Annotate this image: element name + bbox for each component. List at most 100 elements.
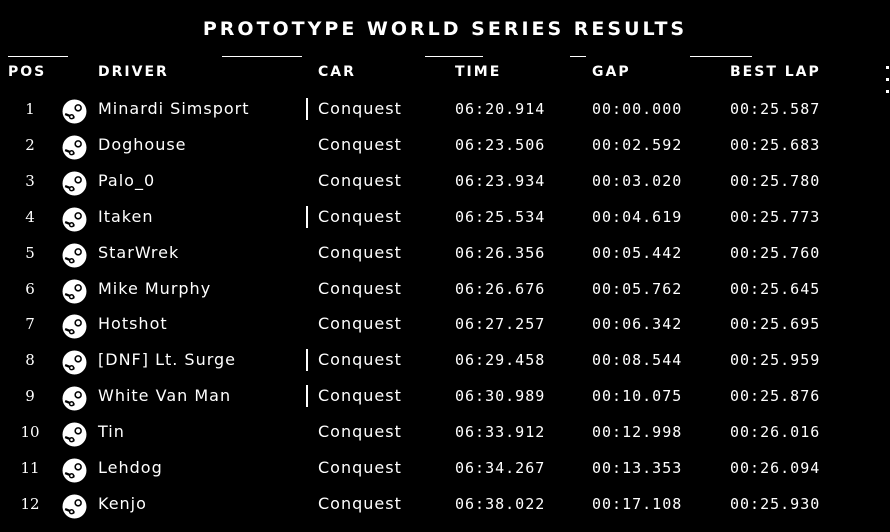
header-divider bbox=[222, 56, 302, 57]
best-lap-time: 00:25.930 bbox=[730, 494, 821, 513]
column-header-best-lap[interactable]: BEST LAP bbox=[730, 64, 821, 80]
steam-icon bbox=[62, 99, 87, 124]
steam-icon bbox=[62, 458, 87, 483]
steam-icon bbox=[62, 171, 87, 196]
gap-time: 00:17.108 bbox=[592, 494, 683, 513]
result-row[interactable]: 4 Itaken Conquest 06:25.534 00:04.619 00:25.7… bbox=[0, 199, 890, 235]
gap-time: 00:00.000 bbox=[592, 100, 683, 118]
driver-name: Lehdog bbox=[98, 458, 163, 477]
total-time: 06:33.912 bbox=[455, 423, 546, 442]
car-name: Conquest bbox=[318, 278, 402, 298]
car-name: Conquest bbox=[318, 242, 402, 262]
total-time: 06:23.934 bbox=[455, 171, 546, 190]
position-cell: 2 bbox=[25, 135, 35, 154]
position-cell: 10 bbox=[20, 423, 40, 442]
result-row[interactable]: 7 Hotshot Conquest 06:27.257 00:06.342 00:25.… bbox=[0, 306, 890, 342]
header-divider bbox=[425, 56, 483, 57]
gap-time: 00:05.442 bbox=[592, 243, 683, 262]
row-marker bbox=[306, 205, 308, 228]
total-time: 06:20.914 bbox=[455, 100, 546, 118]
gap-time: 00:05.762 bbox=[592, 279, 683, 298]
car-name: Conquest bbox=[318, 206, 402, 226]
gap-time: 00:13.353 bbox=[592, 459, 683, 477]
steam-icon bbox=[62, 243, 87, 268]
column-header-driver[interactable]: DRIVER bbox=[98, 64, 169, 80]
best-lap-time: 00:25.959 bbox=[730, 351, 821, 370]
car-name: Conquest bbox=[318, 170, 402, 190]
car-name: Conquest bbox=[318, 99, 402, 118]
total-time: 06:25.534 bbox=[455, 207, 546, 226]
car-name: Conquest bbox=[318, 458, 402, 477]
result-row[interactable]: 3 Palo_0 Conquest 06:23.934 00:03.020 00:25.7… bbox=[0, 163, 890, 199]
steam-icon bbox=[62, 135, 87, 160]
result-row[interactable]: 9 White Van Man Conquest 06:30.989 00:10.075… bbox=[0, 378, 890, 414]
gap-time: 00:06.342 bbox=[592, 315, 683, 334]
car-name: Conquest bbox=[318, 350, 402, 370]
total-time: 06:38.022 bbox=[455, 494, 546, 513]
car-name: Conquest bbox=[318, 134, 402, 154]
best-lap-time: 00:25.876 bbox=[730, 387, 821, 406]
header-divider bbox=[570, 56, 586, 57]
car-name: Conquest bbox=[318, 314, 402, 334]
driver-name: Minardi Simsport bbox=[98, 99, 250, 118]
position-cell: 12 bbox=[20, 494, 40, 513]
total-time: 06:34.267 bbox=[455, 459, 546, 477]
driver-name: Hotshot bbox=[98, 314, 168, 334]
steam-icon bbox=[62, 207, 87, 232]
gap-time: 00:08.544 bbox=[592, 351, 683, 370]
total-time: 06:29.458 bbox=[455, 351, 546, 370]
gap-time: 00:03.020 bbox=[592, 171, 683, 190]
car-name: Conquest bbox=[318, 493, 402, 513]
best-lap-time: 00:25.645 bbox=[730, 279, 821, 298]
steam-icon bbox=[62, 314, 87, 339]
best-lap-time: 00:25.587 bbox=[730, 100, 821, 118]
best-lap-time: 00:25.780 bbox=[730, 171, 821, 190]
driver-name: Kenjo bbox=[98, 493, 147, 513]
result-row[interactable]: 2 Doghouse Conquest 06:23.506 00:02.592 00:25… bbox=[0, 127, 890, 163]
position-cell: 4 bbox=[25, 207, 35, 226]
gap-time: 00:12.998 bbox=[592, 423, 683, 442]
column-header-pos[interactable]: POS bbox=[8, 64, 46, 80]
gap-time: 00:02.592 bbox=[592, 135, 683, 154]
result-row[interactable]: 5 StarWrek Conquest 06:26.356 00:05.442 00:25… bbox=[0, 235, 890, 271]
result-row[interactable]: 10 Tin Conquest 06:33.912 00:12.998 00:26.016 bbox=[0, 414, 890, 450]
steam-icon bbox=[62, 422, 87, 447]
car-name: Conquest bbox=[318, 386, 402, 406]
driver-name: White Van Man bbox=[98, 386, 232, 406]
total-time: 06:26.356 bbox=[455, 243, 546, 262]
result-row[interactable]: 1 Minardi Simsport Conquest 06:20.914 00:00.… bbox=[0, 91, 890, 127]
result-row[interactable]: 6 Mike Murphy Conquest 06:26.676 00:05.762 00… bbox=[0, 271, 890, 307]
driver-name: Palo_0 bbox=[98, 170, 156, 190]
gap-time: 00:10.075 bbox=[592, 387, 683, 406]
driver-name: Mike Murphy bbox=[98, 278, 212, 298]
column-header-car[interactable]: CAR bbox=[318, 64, 356, 80]
total-time: 06:30.989 bbox=[455, 387, 546, 406]
row-marker bbox=[306, 98, 308, 120]
result-row[interactable]: 11 Lehdog Conquest 06:34.267 00:13.353 00:26.… bbox=[0, 450, 890, 486]
position-cell: 1 bbox=[25, 100, 35, 118]
gap-time: 00:04.619 bbox=[592, 207, 683, 226]
position-cell: 5 bbox=[25, 243, 35, 262]
driver-name: Tin bbox=[98, 422, 125, 442]
column-header-gap[interactable]: GAP bbox=[592, 64, 631, 80]
header-divider bbox=[8, 56, 68, 57]
result-row[interactable]: 12 Kenjo Conquest 06:38.022 00:17.108 00:25.9… bbox=[0, 486, 890, 522]
position-cell: 11 bbox=[20, 459, 40, 477]
driver-name: Doghouse bbox=[98, 134, 187, 154]
best-lap-time: 00:25.760 bbox=[730, 243, 821, 262]
car-name: Conquest bbox=[318, 422, 402, 442]
driver-name: StarWrek bbox=[98, 242, 180, 262]
driver-name: Itaken bbox=[98, 206, 154, 226]
total-time: 06:27.257 bbox=[455, 315, 546, 334]
header-divider bbox=[690, 56, 752, 57]
steam-icon bbox=[62, 494, 87, 519]
position-cell: 3 bbox=[25, 171, 35, 190]
steam-icon bbox=[62, 386, 87, 411]
best-lap-time: 00:25.773 bbox=[730, 207, 821, 226]
row-marker bbox=[306, 385, 308, 408]
total-time: 06:23.506 bbox=[455, 135, 546, 154]
column-header-time[interactable]: TIME bbox=[455, 64, 501, 80]
total-time: 06:26.676 bbox=[455, 279, 546, 298]
result-row[interactable]: 8 [DNF] Lt. Surge Conquest 06:29.458 00:08.5… bbox=[0, 342, 890, 378]
page-title: PROTOTYPE WORLD SERIES RESULTS bbox=[202, 18, 688, 40]
